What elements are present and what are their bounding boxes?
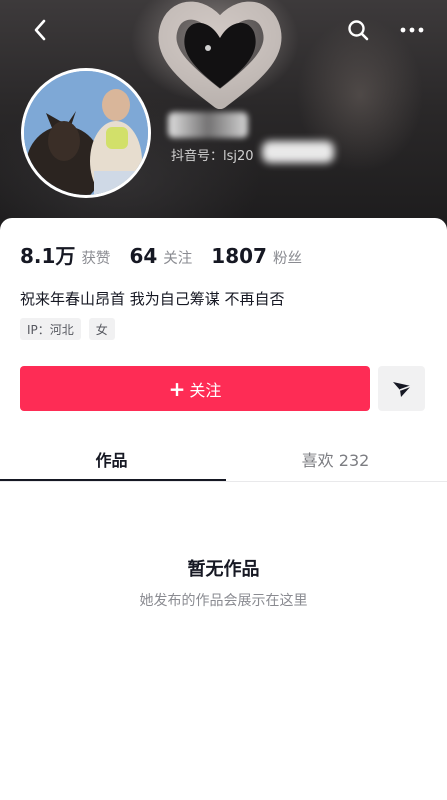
avatar-photo (24, 71, 148, 195)
back-button[interactable] (26, 16, 54, 44)
profile-tags: IP：河北 女 (20, 318, 123, 340)
heart-hands-background (158, 1, 282, 109)
tab-likes[interactable]: 喜欢 232 (224, 438, 447, 480)
plus-icon: + (168, 376, 186, 401)
send-icon (392, 381, 411, 397)
stat-following[interactable]: 64 关注 (129, 244, 192, 268)
stat-following-value: 64 (129, 244, 158, 268)
stat-followers[interactable]: 1807 粉丝 (211, 244, 302, 268)
stat-following-label: 关注 (163, 251, 193, 267)
stat-followers-value: 1807 (211, 244, 267, 268)
stat-likes-value: 8.1万 (20, 244, 76, 268)
profile-stats: 8.1万 获赞 64 关注 1807 粉丝 (20, 240, 321, 269)
profile-cover: 抖音号：lsj20 (0, 0, 447, 240)
empty-state-subtitle: 她发布的作品会展示在这里 (139, 593, 308, 609)
search-button[interactable] (344, 16, 372, 44)
stat-likes-label: 获赞 (81, 251, 111, 267)
avatar[interactable] (21, 68, 151, 198)
gender-tag: 女 (88, 318, 115, 340)
content-tabs: 作品 喜欢 232 (0, 438, 447, 482)
more-button[interactable] (398, 16, 426, 44)
follow-button[interactable]: + 关注 (20, 366, 370, 411)
stat-likes: 8.1万 获赞 (20, 240, 110, 269)
more-horizontal-icon (400, 27, 424, 33)
tabs-divider (0, 481, 447, 482)
share-button[interactable] (378, 366, 425, 411)
stat-followers-label: 粉丝 (272, 251, 302, 267)
nickname-redaction (168, 112, 248, 138)
douyin-id: 抖音号：lsj20 (171, 149, 254, 164)
empty-state-title: 暂无作品 (187, 559, 260, 580)
profile-card: 8.1万 获赞 64 关注 1807 粉丝 祝来年春山昂首 我为自己筹谋 不再自… (0, 218, 447, 800)
chevron-left-icon (34, 19, 46, 41)
ip-location-tag: IP：河北 (20, 318, 81, 340)
follow-button-label: 关注 (189, 380, 222, 400)
tab-works[interactable]: 作品 (0, 438, 223, 480)
search-icon (348, 20, 369, 41)
bio: 祝来年春山昂首 我为自己筹谋 不再自否 (20, 290, 285, 308)
id-redaction (262, 141, 334, 163)
